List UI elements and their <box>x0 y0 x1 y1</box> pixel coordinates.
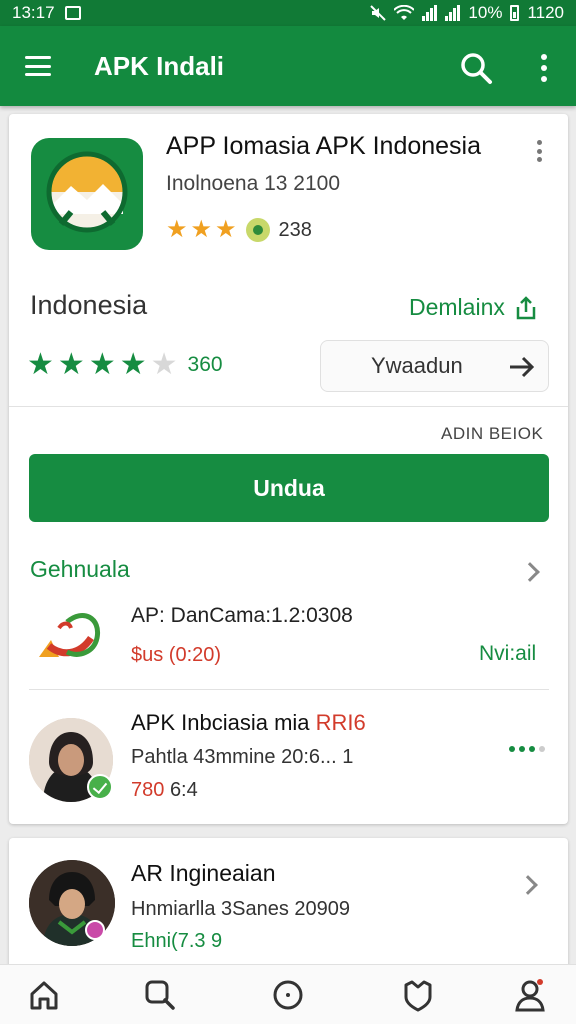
battery-percent: 10% <box>468 3 503 22</box>
more-dots-icon[interactable] <box>509 746 545 752</box>
download-link-label: Demlainx <box>409 294 505 320</box>
list-item-status[interactable]: Nvi:ail <box>479 642 536 666</box>
bottom-navigation <box>0 964 576 1024</box>
status-time: 13:17 <box>12 3 55 22</box>
nav-home[interactable] <box>26 977 62 1013</box>
profile-icon <box>515 979 545 1012</box>
download-link[interactable]: Demlainx <box>409 294 539 321</box>
badge-icon <box>245 218 270 242</box>
list-header[interactable]: Gehnuala <box>30 556 130 583</box>
signal-icon <box>422 5 438 21</box>
nav-shield[interactable] <box>400 977 436 1013</box>
star-icon: ★ <box>57 348 85 381</box>
list-item-subtitle: Pahtla 43mmine 20:6... 1 <box>131 746 354 768</box>
nav-search[interactable] <box>142 977 178 1013</box>
home-icon <box>30 981 58 1010</box>
list-item-title[interactable]: APK Inbciasia mia RRI6 <box>131 710 366 736</box>
download-button[interactable]: Undua <box>29 454 549 522</box>
wifi-icon <box>394 5 415 20</box>
app-title: APP Iomasia APK Indonesia <box>166 132 482 160</box>
battery-icon <box>510 5 520 21</box>
secondary-button-label: Ywaadun <box>371 353 463 378</box>
divider <box>9 406 568 407</box>
star-icon: ★ <box>119 348 147 381</box>
small-caps-label: ADIN BEIOK <box>441 424 544 443</box>
rating-count: 360 <box>187 353 223 376</box>
list-item-subtitle: Hnmiarlla 3Sanes 20909 <box>131 898 351 920</box>
chevron-right-icon[interactable] <box>518 875 538 895</box>
rating-stars: ★ ★ ★ ★ ★ 360 <box>27 350 223 380</box>
status-clock-right: 1120 <box>527 3 564 22</box>
item-logo-icon <box>29 602 109 662</box>
list-item-title: AR Ingineaian <box>131 860 276 886</box>
small-rating-count: 238 <box>278 218 312 241</box>
list-item-title-text: APK Inbciasia mia <box>131 710 310 735</box>
small-rating: ★ ★ ★ 238 <box>166 218 312 242</box>
list-item-meta: Ehni(7.3 9 <box>131 930 223 952</box>
star-icon: ★ <box>27 348 54 381</box>
nav-circle[interactable] <box>270 977 306 1013</box>
app-bar-title: APK Indali <box>94 50 225 81</box>
notification-icon <box>64 6 81 20</box>
list-item-meta-red: 780 <box>131 779 165 801</box>
app-detail-card: APP Iomasia APK Indonesia Inolnoena 13 2… <box>9 114 568 824</box>
share-icon <box>516 295 536 319</box>
menu-button[interactable] <box>0 26 76 106</box>
hamburger-icon <box>25 56 51 76</box>
chevron-right-icon[interactable] <box>520 562 540 582</box>
divider <box>29 689 549 690</box>
mute-icon <box>370 5 387 21</box>
overflow-menu-button[interactable] <box>530 48 558 88</box>
search-icon <box>145 980 175 1010</box>
search-icon <box>461 53 492 84</box>
star-icon: ★ <box>166 216 188 243</box>
app-bar: APK Indali <box>0 26 576 106</box>
app-subtitle: Inolnoena 13 2100 <box>166 172 340 195</box>
nav-profile[interactable] <box>512 977 548 1013</box>
app-card-menu-button[interactable] <box>533 140 545 162</box>
shield-icon <box>404 980 432 1012</box>
list-card[interactable]: AR Ingineaian Hnmiarlla 3Sanes 20909 Ehn… <box>9 838 568 978</box>
signal-icon-2 <box>445 5 461 21</box>
app-icon[interactable] <box>31 138 143 250</box>
verified-check-icon <box>87 774 113 800</box>
status-badge <box>85 920 105 940</box>
list-item-tag: RRI6 <box>315 710 366 735</box>
section-label: Indonesia <box>30 290 148 320</box>
arrow-right-icon <box>510 356 535 378</box>
star-icon: ★ <box>215 216 237 243</box>
list-item-meta-text: 6:4 <box>169 779 198 801</box>
search-button[interactable] <box>456 48 496 88</box>
list-item-title[interactable]: AP: DanCama:1.2:0308 <box>131 604 353 628</box>
list-item-meta: 780 6:4 <box>131 779 198 802</box>
star-icon: ★ <box>88 348 116 381</box>
status-bar: 13:17 10% 1120 <box>0 0 576 26</box>
star-empty-icon: ★ <box>150 348 178 381</box>
star-icon: ★ <box>190 216 213 243</box>
app-logo-icon <box>46 151 128 233</box>
circle-icon <box>273 980 303 1010</box>
list-item-price: $us (0:20) <box>131 644 222 666</box>
secondary-button[interactable]: Ywaadun <box>320 340 549 392</box>
